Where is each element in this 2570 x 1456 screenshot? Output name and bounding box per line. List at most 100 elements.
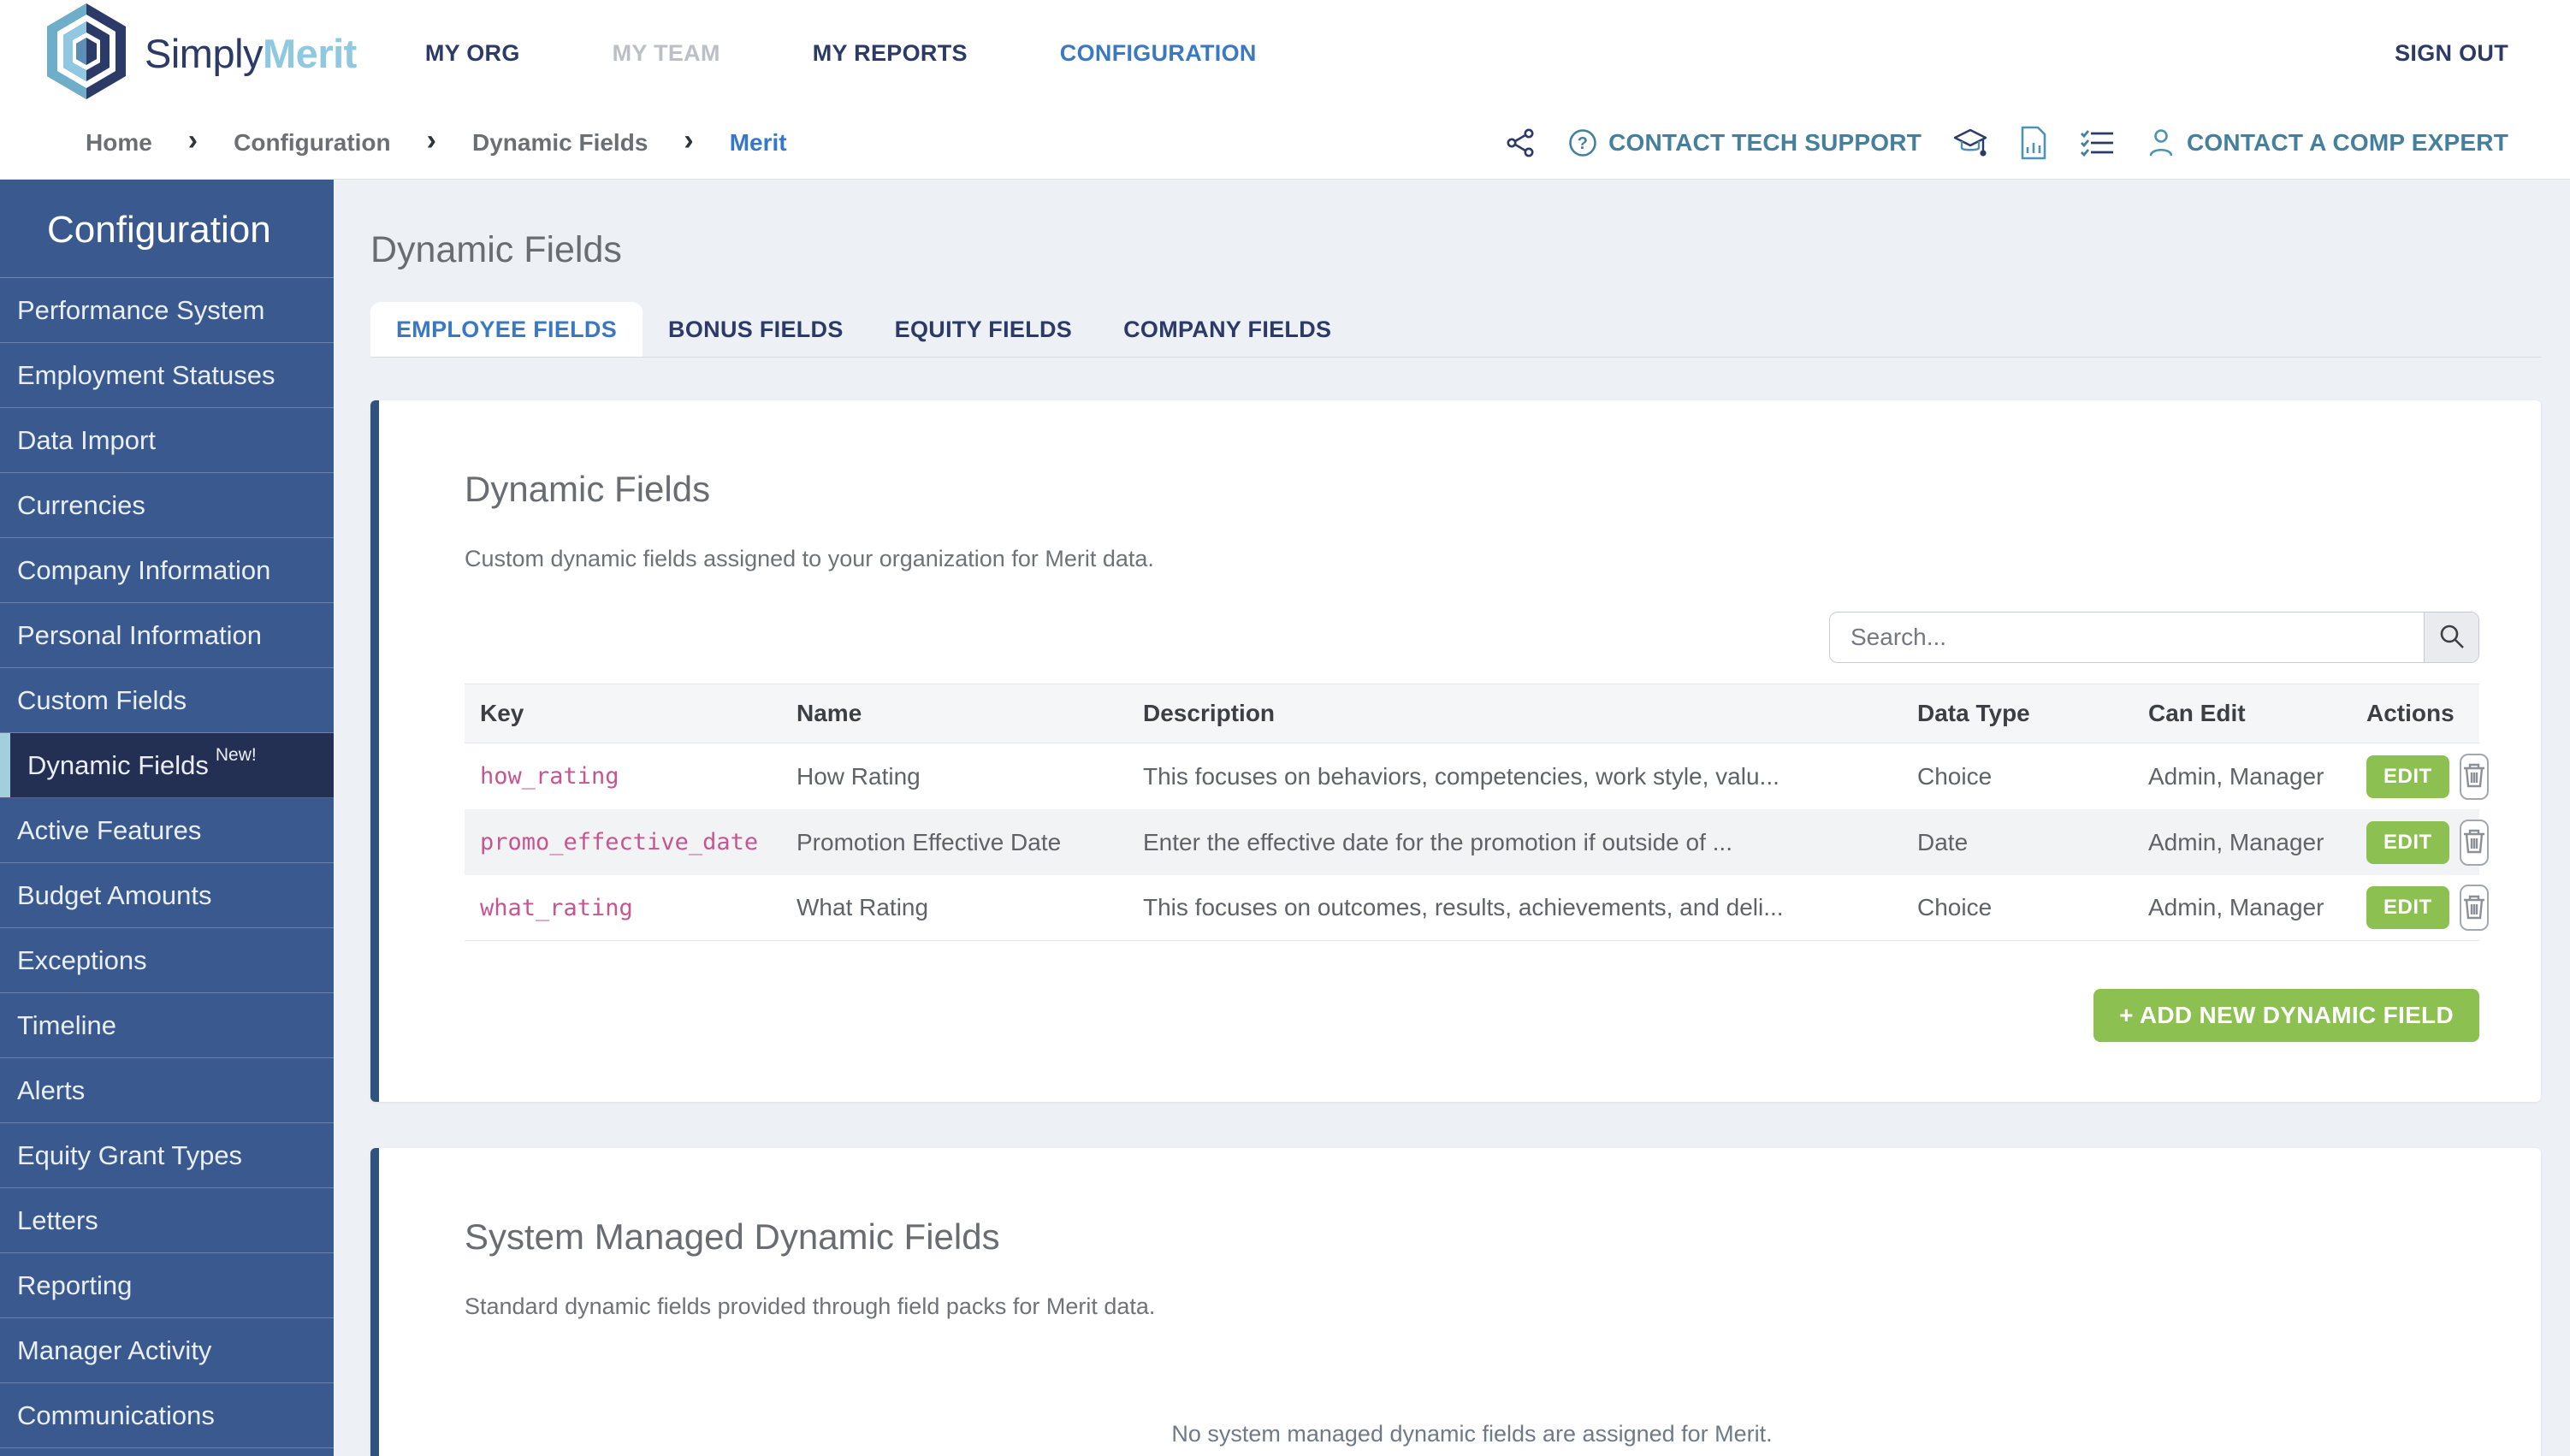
contact-tech-support-link[interactable]: ? CONTACT TECH SUPPORT xyxy=(1567,127,1922,158)
gem-logo-icon xyxy=(47,3,126,104)
row-description: Enter the effective date for the promoti… xyxy=(1143,828,1732,855)
breadcrumb-configuration[interactable]: Configuration xyxy=(234,129,391,157)
graduation-cap-icon[interactable] xyxy=(1952,126,1988,160)
edit-button[interactable]: EDIT xyxy=(2366,820,2449,864)
brand-name-simply: Simply xyxy=(145,31,264,76)
trash-icon xyxy=(2461,893,2487,923)
sidebar-item-label: Active Features xyxy=(17,814,202,845)
sidebar-item-label: Communications xyxy=(17,1400,215,1430)
column-header-data-type: Data Type xyxy=(1917,700,2030,726)
nav-my-reports[interactable]: MY REPORTS xyxy=(813,40,968,67)
brand-logo[interactable]: SimplyMerit xyxy=(0,3,357,104)
row-key: how_rating xyxy=(480,763,619,790)
sidebar-item-company-information[interactable]: Company Information xyxy=(0,538,334,603)
sidebar-item-dynamic-fields[interactable]: Dynamic Fields New! xyxy=(0,733,334,798)
search-button[interactable] xyxy=(2424,613,2478,662)
tab-employee-fields[interactable]: EMPLOYEE FIELDS xyxy=(370,302,643,357)
sidebar-item-performance-system[interactable]: Performance System xyxy=(0,278,334,343)
contact-comp-expert-label: CONTACT A COMP EXPERT xyxy=(2187,129,2508,156)
sidebar-item-personal-information[interactable]: Personal Information xyxy=(0,603,334,668)
trash-icon xyxy=(2461,761,2487,791)
sidebar-item-exceptions[interactable]: Exceptions xyxy=(0,928,334,993)
sidebar-item-label: Equity Grant Types xyxy=(17,1139,243,1170)
delete-button[interactable] xyxy=(2459,819,2489,866)
nav-my-team[interactable]: MY TEAM xyxy=(613,40,720,67)
row-actions: EDIT xyxy=(2351,885,2489,931)
checklist-icon[interactable] xyxy=(2079,127,2115,158)
row-name: How Rating xyxy=(796,762,921,790)
breadcrumb-home[interactable]: Home xyxy=(86,129,152,157)
sidebar-item-active-features[interactable]: Active Features xyxy=(0,798,334,863)
sidebar-item-letters[interactable]: Letters xyxy=(0,1188,334,1253)
edit-button[interactable]: EDIT xyxy=(2366,886,2449,929)
table-row: what_rating What Rating This focuses on … xyxy=(465,875,2489,941)
nav-configuration[interactable]: CONFIGURATION xyxy=(1060,40,1257,67)
tab-equity-fields[interactable]: EQUITY FIELDS xyxy=(869,302,1098,357)
sidebar-item-budget-amounts[interactable]: Budget Amounts xyxy=(0,863,334,928)
chevron-right-icon: › xyxy=(187,124,198,157)
breadcrumb-dynamic-fields[interactable]: Dynamic Fields xyxy=(472,129,648,157)
column-header-actions: Actions xyxy=(2366,700,2455,726)
sidebar-item-currencies[interactable]: Currencies xyxy=(0,473,334,538)
search-icon xyxy=(2437,622,2466,654)
search-input[interactable] xyxy=(1830,613,2424,662)
sidebar-item-timeline[interactable]: Timeline xyxy=(0,993,334,1058)
sidebar-item-employment-statuses[interactable]: Employment Statuses xyxy=(0,343,334,408)
top-header: SimplyMerit MY ORG MY TEAM MY REPORTS CO… xyxy=(0,0,2570,107)
contact-comp-expert-link[interactable]: CONTACT A COMP EXPERT xyxy=(2146,127,2508,159)
row-key: what_rating xyxy=(480,894,633,921)
dynamic-fields-card: Dynamic Fields Custom dynamic fields ass… xyxy=(370,400,2541,1102)
tab-company-fields[interactable]: COMPANY FIELDS xyxy=(1098,302,1357,357)
support-toolbar: ? CONTACT TECH SUPPORT CONTACT A COMP EX… xyxy=(1506,125,2570,161)
chevron-right-icon: › xyxy=(684,124,694,157)
report-document-icon[interactable] xyxy=(2019,125,2048,161)
sidebar-item-label: Performance System xyxy=(17,294,265,325)
page-title: Dynamic Fields xyxy=(370,229,622,270)
fields-tabs: EMPLOYEE FIELDS BONUS FIELDS EQUITY FIEL… xyxy=(370,302,2541,358)
sidebar-item-custom-fields[interactable]: Custom Fields xyxy=(0,668,334,733)
sidebar-item-data-import[interactable]: Data Import xyxy=(0,408,334,473)
row-can-edit: Admin, Manager xyxy=(2148,762,2324,790)
dynamic-fields-card-title: Dynamic Fields xyxy=(465,469,711,509)
sidebar-item-alerts[interactable]: Alerts xyxy=(0,1058,334,1123)
main-content: Dynamic Fields EMPLOYEE FIELDS BONUS FIE… xyxy=(334,180,2570,1456)
tab-bonus-fields[interactable]: BONUS FIELDS xyxy=(642,302,869,357)
sidebar-item-equity-grant-types[interactable]: Equity Grant Types xyxy=(0,1123,334,1188)
share-icon[interactable] xyxy=(1506,127,1537,158)
sidebar-item-label: Data Import xyxy=(17,424,156,455)
edit-button[interactable]: EDIT xyxy=(2366,755,2449,798)
sidebar-item-label: Employment Statuses xyxy=(17,359,275,390)
delete-button[interactable] xyxy=(2459,885,2489,931)
delete-button[interactable] xyxy=(2459,753,2489,800)
dynamic-fields-card-subtitle: Custom dynamic fields assigned to your o… xyxy=(465,546,1154,571)
breadcrumb-merit: Merit xyxy=(729,129,787,156)
sidebar-item-manager-activity[interactable]: Manager Activity xyxy=(0,1318,334,1383)
row-actions: EDIT xyxy=(2351,819,2489,866)
sidebar-item-label: Budget Amounts xyxy=(17,879,212,910)
sidebar-item-label: Personal Information xyxy=(17,619,263,650)
row-can-edit: Admin, Manager xyxy=(2148,894,2324,920)
sidebar-item-label: Company Information xyxy=(17,554,271,585)
sidebar-item-reporting[interactable]: Reporting xyxy=(0,1253,334,1318)
add-new-dynamic-field-button[interactable]: + ADD NEW DYNAMIC FIELD xyxy=(2093,989,2479,1042)
row-name: Promotion Effective Date xyxy=(796,828,1062,855)
sidebar-item-label: Reporting xyxy=(17,1270,133,1300)
nav-my-org[interactable]: MY ORG xyxy=(425,40,520,67)
column-header-description: Description xyxy=(1143,700,1276,726)
sidebar-item-label: Currencies xyxy=(17,489,145,520)
sidebar-item-label: Exceptions xyxy=(17,944,147,975)
svg-text:?: ? xyxy=(1578,134,1588,153)
new-badge: New! xyxy=(215,744,257,765)
sign-out-button[interactable]: SIGN OUT xyxy=(2395,40,2570,67)
system-managed-card-subtitle: Standard dynamic fields provided through… xyxy=(465,1293,1156,1319)
trash-icon xyxy=(2461,827,2487,857)
add-row: + ADD NEW DYNAMIC FIELD xyxy=(465,989,2479,1042)
sidebar-item-label: Timeline xyxy=(17,1009,116,1040)
row-data-type: Choice xyxy=(1917,762,1993,790)
sidebar-title: Configuration xyxy=(0,180,334,278)
row-name: What Rating xyxy=(796,894,929,920)
table-row: promo_effective_date Promotion Effective… xyxy=(465,809,2489,875)
table-row: how_rating How Rating This focuses on be… xyxy=(465,743,2489,809)
column-header-key: Key xyxy=(480,700,524,726)
sidebar-item-communications[interactable]: Communications xyxy=(0,1383,334,1448)
